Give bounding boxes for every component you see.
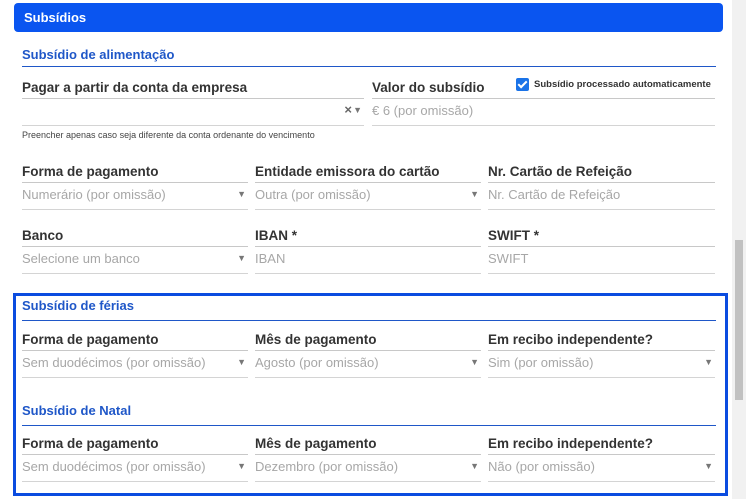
chevron-down-icon: ▼ — [470, 189, 479, 199]
bank-label: Banco — [22, 228, 64, 243]
christmas-month-select[interactable]: Dezembro (por omissão) ▼ — [255, 454, 481, 482]
holiday-independent-label: Em recibo independente? — [488, 332, 654, 347]
holiday-month-label: Mês de pagamento — [255, 332, 377, 347]
card-number-input[interactable]: Nr. Cartão de Refeição — [488, 182, 715, 210]
chevron-down-icon: ▼ — [353, 105, 362, 115]
bank-placeholder: Selecione um banco — [22, 251, 140, 266]
swift-label: SWIFT * — [488, 228, 539, 243]
holiday-independent-value: Sim (por omissão) — [488, 355, 594, 370]
holiday-payment-method-value: Sem duodécimos (por omissão) — [22, 355, 206, 370]
subsidy-value-label: Valor do subsídio — [372, 80, 485, 95]
holiday-month-value: Agosto (por omissão) — [255, 355, 379, 370]
chevron-down-icon: ▼ — [704, 461, 713, 471]
chevron-down-icon: ▼ — [704, 357, 713, 367]
chevron-down-icon: ▼ — [237, 461, 246, 471]
meal-payment-method-value: Numerário (por omissão) — [22, 187, 166, 202]
christmas-payment-method-value: Sem duodécimos (por omissão) — [22, 459, 206, 474]
swift-input[interactable]: SWIFT — [488, 246, 715, 274]
holiday-independent-select[interactable]: Sim (por omissão) ▼ — [488, 350, 715, 378]
holiday-month-select[interactable]: Agosto (por omissão) ▼ — [255, 350, 481, 378]
card-number-label: Nr. Cartão de Refeição — [488, 164, 633, 179]
iban-placeholder: IBAN — [255, 251, 286, 266]
pay-from-label: Pagar a partir da conta da empresa — [22, 80, 248, 95]
subsidy-value-placeholder: € 6 (por omissão) — [372, 103, 474, 118]
pay-from-hint: Preencher apenas caso seja diferente da … — [22, 130, 315, 140]
christmas-month-value: Dezembro (por omissão) — [255, 459, 399, 474]
scrollbar-thumb[interactable] — [735, 240, 743, 400]
auto-processed-checkbox[interactable]: Subsídio processado automaticamente — [516, 78, 711, 91]
meal-subsidy-title: Subsídio de alimentação — [22, 47, 175, 62]
christmas-independent-select[interactable]: Não (por omissão) ▼ — [488, 454, 715, 482]
chevron-down-icon: ▼ — [470, 357, 479, 367]
meal-payment-method-label: Forma de pagamento — [22, 164, 159, 179]
card-issuer-select[interactable]: Outra (por omissão) ▼ — [255, 182, 481, 210]
checkbox-checked-icon[interactable] — [516, 78, 529, 91]
holiday-subsidy-divider — [22, 320, 716, 321]
chevron-down-icon: ▼ — [237, 253, 246, 263]
pay-from-select[interactable]: × ▼ — [22, 98, 364, 126]
christmas-subsidy-title: Subsídio de Natal — [22, 403, 132, 418]
holiday-payment-method-select[interactable]: Sem duodécimos (por omissão) ▼ — [22, 350, 248, 378]
swift-placeholder: SWIFT — [488, 251, 529, 266]
meal-subsidy-divider — [22, 66, 716, 67]
christmas-payment-method-label: Forma de pagamento — [22, 436, 159, 451]
holiday-payment-method-label: Forma de pagamento — [22, 332, 159, 347]
iban-input[interactable]: IBAN — [255, 246, 481, 274]
meal-payment-method-select[interactable]: Numerário (por omissão) ▼ — [22, 182, 248, 210]
clear-icon[interactable]: × — [344, 102, 352, 117]
card-issuer-value: Outra (por omissão) — [255, 187, 371, 202]
chevron-down-icon: ▼ — [237, 357, 246, 367]
christmas-independent-value: Não (por omissão) — [488, 459, 595, 474]
vertical-scrollbar[interactable] — [732, 0, 746, 499]
christmas-payment-method-select[interactable]: Sem duodécimos (por omissão) ▼ — [22, 454, 248, 482]
subsidies-header: Subsídios — [14, 3, 723, 32]
iban-label: IBAN * — [255, 228, 298, 243]
christmas-subsidy-divider — [22, 425, 716, 426]
chevron-down-icon: ▼ — [237, 189, 246, 199]
card-number-placeholder: Nr. Cartão de Refeição — [488, 187, 621, 202]
subsidy-value-input[interactable]: € 6 (por omissão) — [372, 98, 715, 126]
bank-select[interactable]: Selecione um banco ▼ — [22, 246, 248, 274]
holiday-subsidy-title: Subsídio de férias — [22, 298, 134, 313]
christmas-independent-label: Em recibo independente? — [488, 436, 654, 451]
card-issuer-label: Entidade emissora do cartão — [255, 164, 440, 179]
christmas-month-label: Mês de pagamento — [255, 436, 377, 451]
auto-processed-label: Subsídio processado automaticamente — [534, 79, 711, 90]
chevron-down-icon: ▼ — [470, 461, 479, 471]
